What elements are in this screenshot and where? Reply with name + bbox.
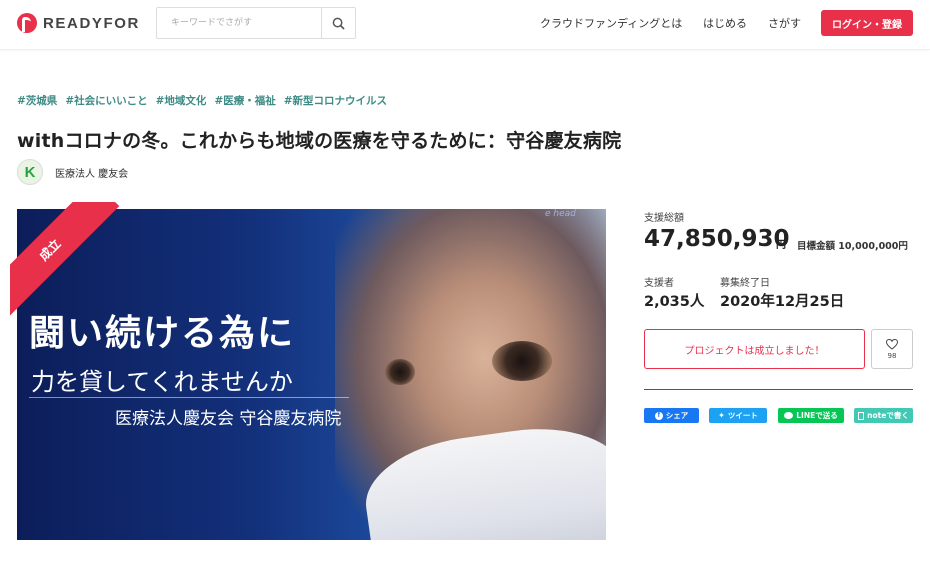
hero-divider [29,397,349,398]
end-date-label: 募集終了日 [720,278,770,289]
note-share-button[interactable]: noteで書く [854,408,913,423]
project-tags: #茨城県 #社会にいいこと #地域文化 #医療・福祉 #新型コロナウイルス [17,93,387,108]
line-icon [784,412,794,419]
facebook-icon: f [654,411,663,420]
logo-text: READYFOR [43,14,140,32]
line-share-label: LINEで送る [796,411,838,420]
site-header: READYFOR クラウドファンディングとは はじめる さがす ログイン・登録 [0,0,930,50]
line-share-button[interactable]: LINEで送る [778,408,844,423]
project-owner[interactable]: K 医療法人 慶友会 [17,159,128,185]
supporters-count: 2,035人 [644,294,705,310]
tag-link[interactable]: #地域文化 [156,93,207,108]
twitter-share-button[interactable]: ✦ ツイート [709,408,767,423]
currency-label: 円 [776,240,786,251]
success-ribbon: 成立 [10,202,130,322]
twitter-share-label: ツイート [727,411,758,420]
tag-link[interactable]: #茨城県 [17,93,57,108]
note-share-label: noteで書く [867,411,909,420]
nav-about-crowdfunding[interactable]: クラウドファンディングとは [540,15,682,31]
tag-link[interactable]: #社会にいいこと [65,93,147,108]
nav-search[interactable]: さがす [768,15,801,31]
search-input[interactable] [157,8,321,38]
logo-icon [17,13,37,33]
hero-organization: 医療法人慶友会 守谷慶友病院 [115,409,342,429]
login-register-button[interactable]: ログイン・登録 [821,10,913,36]
end-date: 2020年12月25日 [720,294,845,310]
twitter-icon: ✦ [718,411,725,420]
tag-link[interactable]: #新型コロナウイルス [284,93,387,108]
project-status-button[interactable]: プロジェクトは成立しました！ [644,329,865,369]
project-title: withコロナの冬。これからも地域の医療を守るために：守谷慶友病院 [17,130,622,152]
supporters-label: 支援者 [644,278,674,289]
facebook-share-button[interactable]: f シェア [644,408,699,423]
search-button[interactable] [321,8,355,38]
total-amount: 47,850,930 [644,226,790,252]
hero-eye-right [492,341,552,381]
hero-corner-text: e head [545,209,576,219]
divider [644,389,913,390]
favorite-count: 98 [887,351,897,360]
readyfor-logo[interactable]: READYFOR [17,13,140,33]
search-box [156,7,356,39]
favorite-button[interactable]: 98 [871,329,913,369]
search-icon [332,17,345,30]
total-label: 支援総額 [644,213,684,224]
facebook-share-label: シェア [665,411,689,420]
heart-icon [886,338,898,350]
owner-avatar: K [17,159,43,185]
nav-start[interactable]: はじめる [703,15,747,31]
target-amount: 目標金額 10,000,000円 [797,241,908,252]
tag-link[interactable]: #医療・福祉 [214,93,275,108]
owner-name: 医療法人 慶友会 [55,168,129,180]
ribbon-label: 成立 [10,202,120,320]
hero-subheadline: 力を貸してくれませんか [31,368,293,396]
hero-eye-left [385,359,415,385]
project-main-image: e head 闘い続ける為に 力を貸してくれませんか 医療法人慶友会 守谷慶友病… [10,202,610,542]
note-icon [858,411,865,420]
